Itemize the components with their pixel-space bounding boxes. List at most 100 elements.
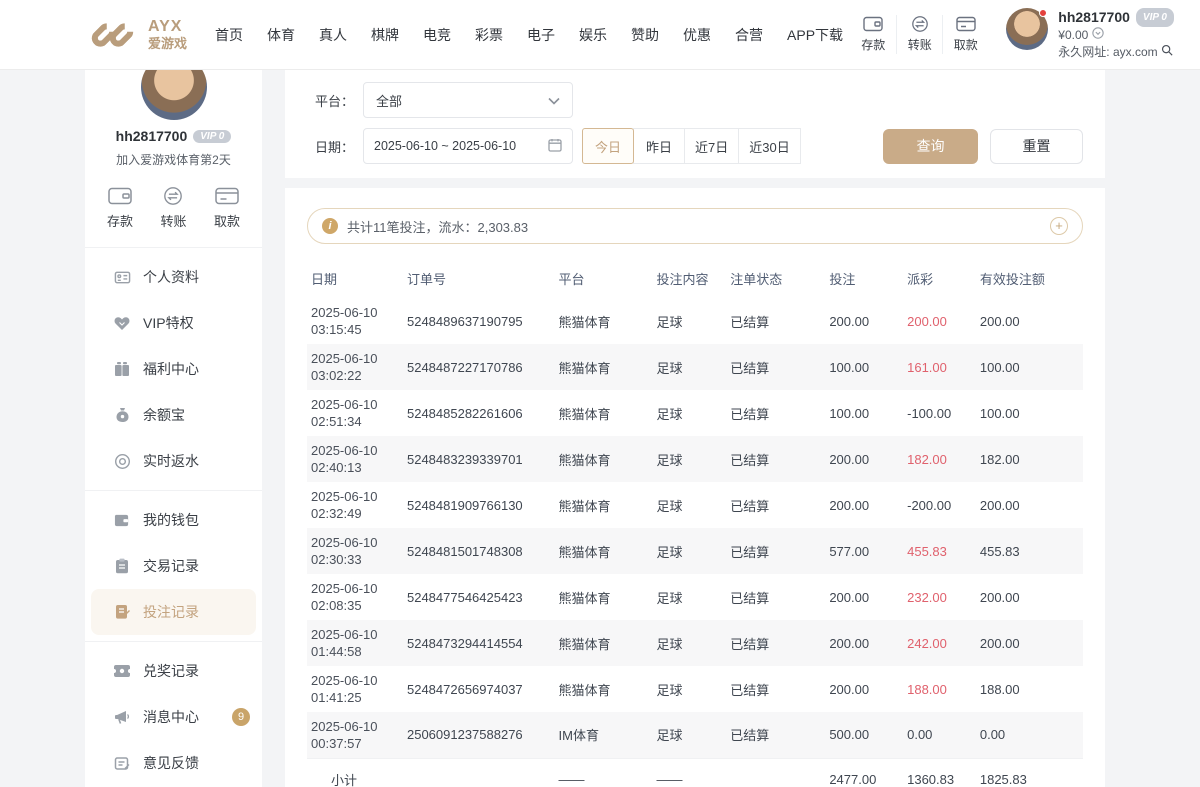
sidebar-item-messages[interactable]: 消息中心 9 [85,694,262,740]
permanent-url-label: 永久网址: ayx.com [1058,45,1157,59]
sidebar-item-bet-records[interactable]: 投注记录 [91,589,256,635]
order-number: 5248473294414554 [403,620,555,666]
transaction-record-icon [113,557,131,575]
search-icon[interactable] [1161,45,1173,59]
sidebar-quick-actions: 存款 转账 取款 [85,168,262,247]
range-button-2[interactable]: 近7日 [684,128,739,164]
nav-item-9[interactable]: 优惠 [683,25,711,45]
sidebar-item-rebate[interactable]: 实时返水 [85,438,262,484]
prize-ticket-icon [113,662,131,680]
platform-filter-label: 平台： [315,91,363,110]
expand-plus-icon[interactable]: + [1050,217,1068,235]
sidebar-item-vip[interactable]: VIP特权 [85,300,262,346]
nav-item-4[interactable]: 电竞 [423,25,451,45]
col-status: 注单状态 [726,258,825,298]
deposit-button[interactable]: 存款 [850,15,896,54]
withdraw-icon [943,15,988,33]
header-quick-actions: 存款 转账 取款 [850,15,988,54]
rebate-icon [113,452,131,470]
vip-heart-icon [113,314,131,332]
date-quick-ranges: 今日昨日近7日近30日 [583,128,801,164]
deposit-icon [850,15,896,33]
balance-refresh-icon[interactable] [1092,28,1104,42]
chevron-down-icon [548,93,560,108]
table-row: 2025-06-1002:08:35 5248477546425423 熊猫体育… [307,574,1083,620]
nav-item-10[interactable]: 合营 [735,25,763,45]
order-number: 5248472656974037 [403,666,555,712]
transfer-icon [160,186,186,206]
sidebar-item-yuebao[interactable]: 余额宝 [85,392,262,438]
table-row: 2025-06-1002:30:33 5248481501748308 熊猫体育… [307,528,1083,574]
page: AYX 爱游戏 首页 体育 真人 棋牌 电竞 彩票 电子 娱乐 赞助 优惠 合营 APP下载 存款 转… [0,0,1200,787]
feedback-icon [113,754,131,772]
balance-amount: ¥0.00 [1058,28,1088,42]
table-header-row: 日期 订单号 平台 投注内容 注单状态 投注 派彩 有效投注额 [307,258,1083,298]
sidebar-transfer-button[interactable]: 转账 [160,186,186,231]
sidebar-item-feedback[interactable]: 意见反馈 [85,740,262,786]
sidebar-item-profile[interactable]: 个人资料 [85,254,262,300]
table-row: 2025-06-1000:37:57 2506091237588276 IM体育… [307,712,1083,758]
sidebar-deposit-button[interactable]: 存款 [107,186,133,231]
message-count-badge: 9 [232,708,250,726]
order-number: 5248487227170786 [403,344,555,390]
range-button-1[interactable]: 昨日 [633,128,685,164]
sidebar-withdraw-button[interactable]: 取款 [214,186,240,231]
join-days-text: 加入爱游戏体育第2天 [85,151,262,168]
header-user-area[interactable]: hh2817700 VIP 0 ¥0.00 永久网址: ayx.com [1006,8,1174,61]
sidebar-item-prizes[interactable]: 兑奖记录 [85,648,262,694]
table-row: 2025-06-1001:44:58 5248473294414554 熊猫体育… [307,620,1083,666]
table-row: 2025-06-1003:15:45 5248489637190795 熊猫体育… [307,298,1083,344]
table-row: 2025-06-1003:02:22 5248487227170786 熊猫体育… [307,344,1083,390]
gift-icon [113,360,131,378]
nav-item-3[interactable]: 棋牌 [371,25,399,45]
query-button[interactable]: 查询 [883,129,978,164]
transfer-icon [897,15,942,33]
platform-select[interactable]: 全部 [363,82,573,118]
megaphone-icon [113,708,131,726]
main-nav: 首页 体育 真人 棋牌 电竞 彩票 电子 娱乐 赞助 优惠 合营 APP下载 [215,25,843,45]
vip-badge: VIP 0 [1136,8,1174,27]
order-number: 5248483239339701 [403,436,555,482]
sidebar-avatar[interactable] [141,70,207,120]
sidebar-item-welfare[interactable]: 福利中心 [85,346,262,392]
nav-item-0[interactable]: 首页 [215,25,243,45]
sidebar-menu-group-1: 个人资料 VIP特权 福利中心 余额宝 [85,247,262,490]
nav-item-2[interactable]: 真人 [319,25,347,45]
nav-item-6[interactable]: 电子 [527,25,555,45]
bet-records-table: 日期 订单号 平台 投注内容 注单状态 投注 派彩 有效投注额 2025-06-… [307,258,1083,787]
username: hh2817700 [1058,9,1130,26]
info-icon: i [322,218,338,234]
nav-item-8[interactable]: 赞助 [631,25,659,45]
withdraw-icon [214,186,240,206]
user-avatar[interactable] [1006,8,1048,50]
transfer-button[interactable]: 转账 [896,15,942,54]
brand-logo[interactable]: AYX 爱游戏 [95,19,187,50]
nav-item-7[interactable]: 娱乐 [579,25,607,45]
col-content: 投注内容 [653,258,727,298]
date-filter-label: 日期： [315,137,363,156]
col-bet: 投注 [825,258,903,298]
sidebar-item-wallet[interactable]: 我的钱包 [85,497,262,543]
withdraw-button[interactable]: 取款 [942,15,988,54]
table-row: 2025-06-1002:40:13 5248483239339701 熊猫体育… [307,436,1083,482]
nav-item-5[interactable]: 彩票 [475,25,503,45]
sidebar-username: hh2817700 [116,128,188,144]
sidebar-menu-group-3: 兑奖记录 消息中心 9 意见反馈 [85,641,262,787]
notification-dot [1039,9,1047,17]
sidebar-menu-group-2: 我的钱包 交易记录 投注记录 [85,490,262,641]
range-button-3[interactable]: 近30日 [738,128,800,164]
id-card-icon [113,268,131,286]
range-button-0[interactable]: 今日 [582,128,634,164]
date-range-input[interactable]: 2025-06-10 ~ 2025-06-10 [363,128,573,164]
order-number: 5248481501748308 [403,528,555,574]
nav-item-11[interactable]: APP下载 [787,25,843,45]
reset-button[interactable]: 重置 [990,129,1083,164]
date-range-value: 2025-06-10 ~ 2025-06-10 [374,139,516,153]
nav-item-1[interactable]: 体育 [267,25,295,45]
order-number: 5248477546425423 [403,574,555,620]
sidebar-item-transactions[interactable]: 交易记录 [85,543,262,589]
order-number: 5248481909766130 [403,482,555,528]
bet-table-body: 2025-06-1003:15:45 5248489637190795 熊猫体育… [307,298,1083,787]
summary-bar: i 共计11笔投注，流水：2,303.83 + [307,208,1083,244]
table-row: 2025-06-1002:32:49 5248481909766130 熊猫体育… [307,482,1083,528]
